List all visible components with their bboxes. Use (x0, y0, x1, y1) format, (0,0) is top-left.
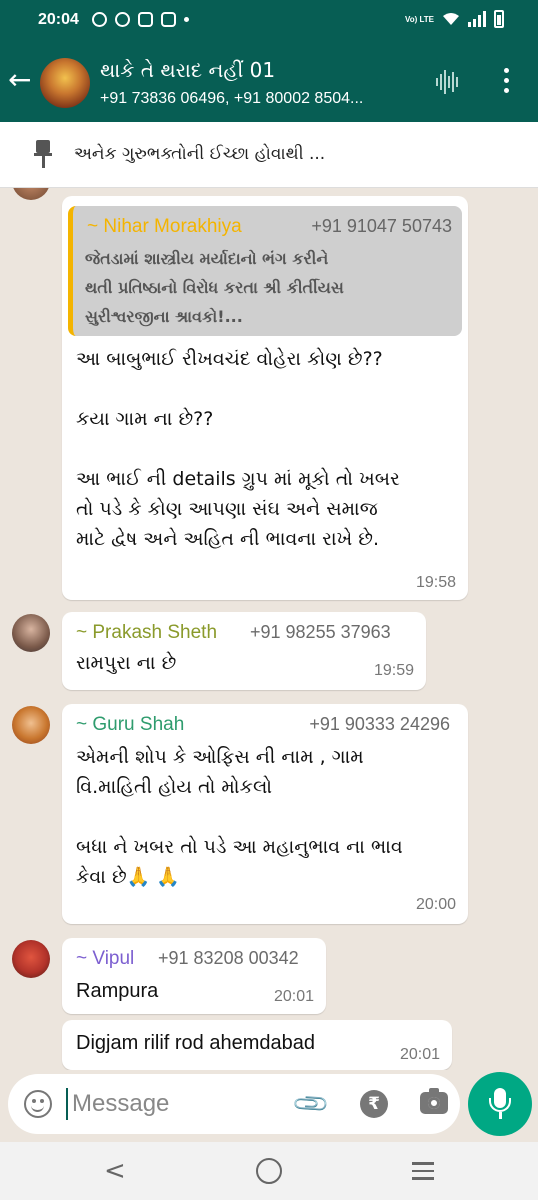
rupee-icon[interactable]: ₹ (360, 1090, 388, 1118)
message-text: એમની શોપ કે ઓફિસ ની નામ , ગામ વિ.માહિતી … (76, 746, 403, 888)
status-bar: 20:04 Vo) LTE (0, 0, 538, 44)
system-icons: Vo) LTE (405, 10, 504, 28)
whatsapp-notification-icon (92, 12, 107, 27)
message-input[interactable]: Message (72, 1090, 169, 1118)
instagram-notification-icon-2 (161, 12, 176, 27)
pin-icon (34, 140, 52, 170)
voice-chat-icon[interactable] (436, 68, 458, 96)
sender-name[interactable]: ~ Prakash Sheth (76, 622, 217, 644)
notification-icons (92, 12, 189, 27)
sender-phone: +91 98255 37963 (250, 622, 391, 642)
message-bubble[interactable]: Digjam rilif rod ahemdabad 20:01 (62, 1020, 452, 1070)
emoji-icon[interactable] (24, 1090, 52, 1118)
avatar[interactable] (12, 188, 50, 200)
quote-text: જેતડામાં શાસ્ત્રીય મર્યાદાનો ભંગ કરીને થ… (85, 249, 344, 326)
chat-messages[interactable]: ~ Nihar Morakhiya +91 91047 50743 જેતડામ… (0, 188, 538, 1070)
message-time: 20:01 (273, 988, 314, 1005)
message-bubble[interactable]: ~ Vipul +91 83208 00342 Rampura 20:01 (62, 938, 326, 1014)
message-time: 19:59 (373, 662, 414, 679)
quote-phone: +91 91047 50743 (311, 216, 452, 236)
status-time: 20:04 (38, 11, 79, 28)
chat-header: ← થાકે તે થરાદ નહીં 01 +91 73836 06496, … (0, 44, 538, 122)
quote-sender: ~ Nihar Morakhiya (87, 216, 242, 237)
signal-icon (468, 11, 486, 27)
message-bubble[interactable]: ~ Nihar Morakhiya +91 91047 50743 જેતડામ… (62, 196, 468, 600)
back-arrow-icon[interactable]: ← (8, 66, 31, 94)
chat-notification-icon (115, 12, 130, 27)
nav-home-icon[interactable] (256, 1158, 282, 1184)
sender-name[interactable]: ~ Vipul (76, 948, 134, 970)
message-bubble[interactable]: ~ Prakash Sheth +91 98255 37963 રામપુરા … (62, 612, 426, 690)
wifi-icon (443, 13, 459, 25)
text-caret (66, 1088, 68, 1120)
message-text: Digjam rilif rod ahemdabad (76, 1032, 316, 1054)
avatar[interactable] (12, 706, 50, 744)
message-composer[interactable]: Message 📎 ₹ (8, 1074, 460, 1134)
message-text: આ બાબુભાઈ રીખવચંદ વોહેરા કોણ છે?? કયા ગા… (76, 348, 400, 550)
avatar[interactable] (12, 614, 50, 652)
mic-button[interactable] (468, 1072, 532, 1136)
pinned-message-bar[interactable]: અનેક ગુરુભક્તોની ઈચ્છા હોવાથી ... (0, 122, 538, 188)
group-avatar[interactable] (40, 58, 90, 108)
quoted-message[interactable]: ~ Nihar Morakhiya +91 91047 50743 જેતડામ… (68, 206, 462, 336)
message-bubble[interactable]: ~ Guru Shah +91 90333 24296 એમની શોપ કે … (62, 704, 468, 924)
message-text: Rampura (76, 980, 159, 1002)
sender-phone: +91 90333 24296 (309, 714, 450, 734)
more-notifications-dot (184, 17, 189, 22)
system-navigation-bar: < (0, 1142, 538, 1200)
message-time: 20:01 (399, 1046, 440, 1063)
group-title[interactable]: થાકે તે થરાદ નહીં 01 (100, 58, 275, 82)
nav-back-icon[interactable]: < (104, 1156, 126, 1186)
nav-recents-icon[interactable] (412, 1162, 434, 1180)
group-members[interactable]: +91 73836 06496, +91 80002 8504... (100, 90, 418, 108)
attach-icon[interactable]: 📎 (290, 1084, 331, 1125)
instagram-notification-icon (138, 12, 153, 27)
message-text: રામપુરા ના છે (76, 652, 177, 674)
pinned-text: અનેક ગુરુભક્તોની ઈચ્છા હોવાથી ... (74, 144, 326, 164)
avatar[interactable] (12, 940, 50, 978)
volte-label: Vo) LTE (404, 14, 434, 24)
battery-icon (494, 10, 504, 28)
message-time: 20:00 (415, 896, 456, 913)
more-vert-icon[interactable] (504, 68, 509, 93)
message-time: 19:58 (415, 574, 456, 591)
sender-name[interactable]: ~ Guru Shah (76, 714, 184, 736)
sender-phone: +91 83208 00342 (158, 948, 299, 968)
camera-icon[interactable] (420, 1088, 448, 1114)
